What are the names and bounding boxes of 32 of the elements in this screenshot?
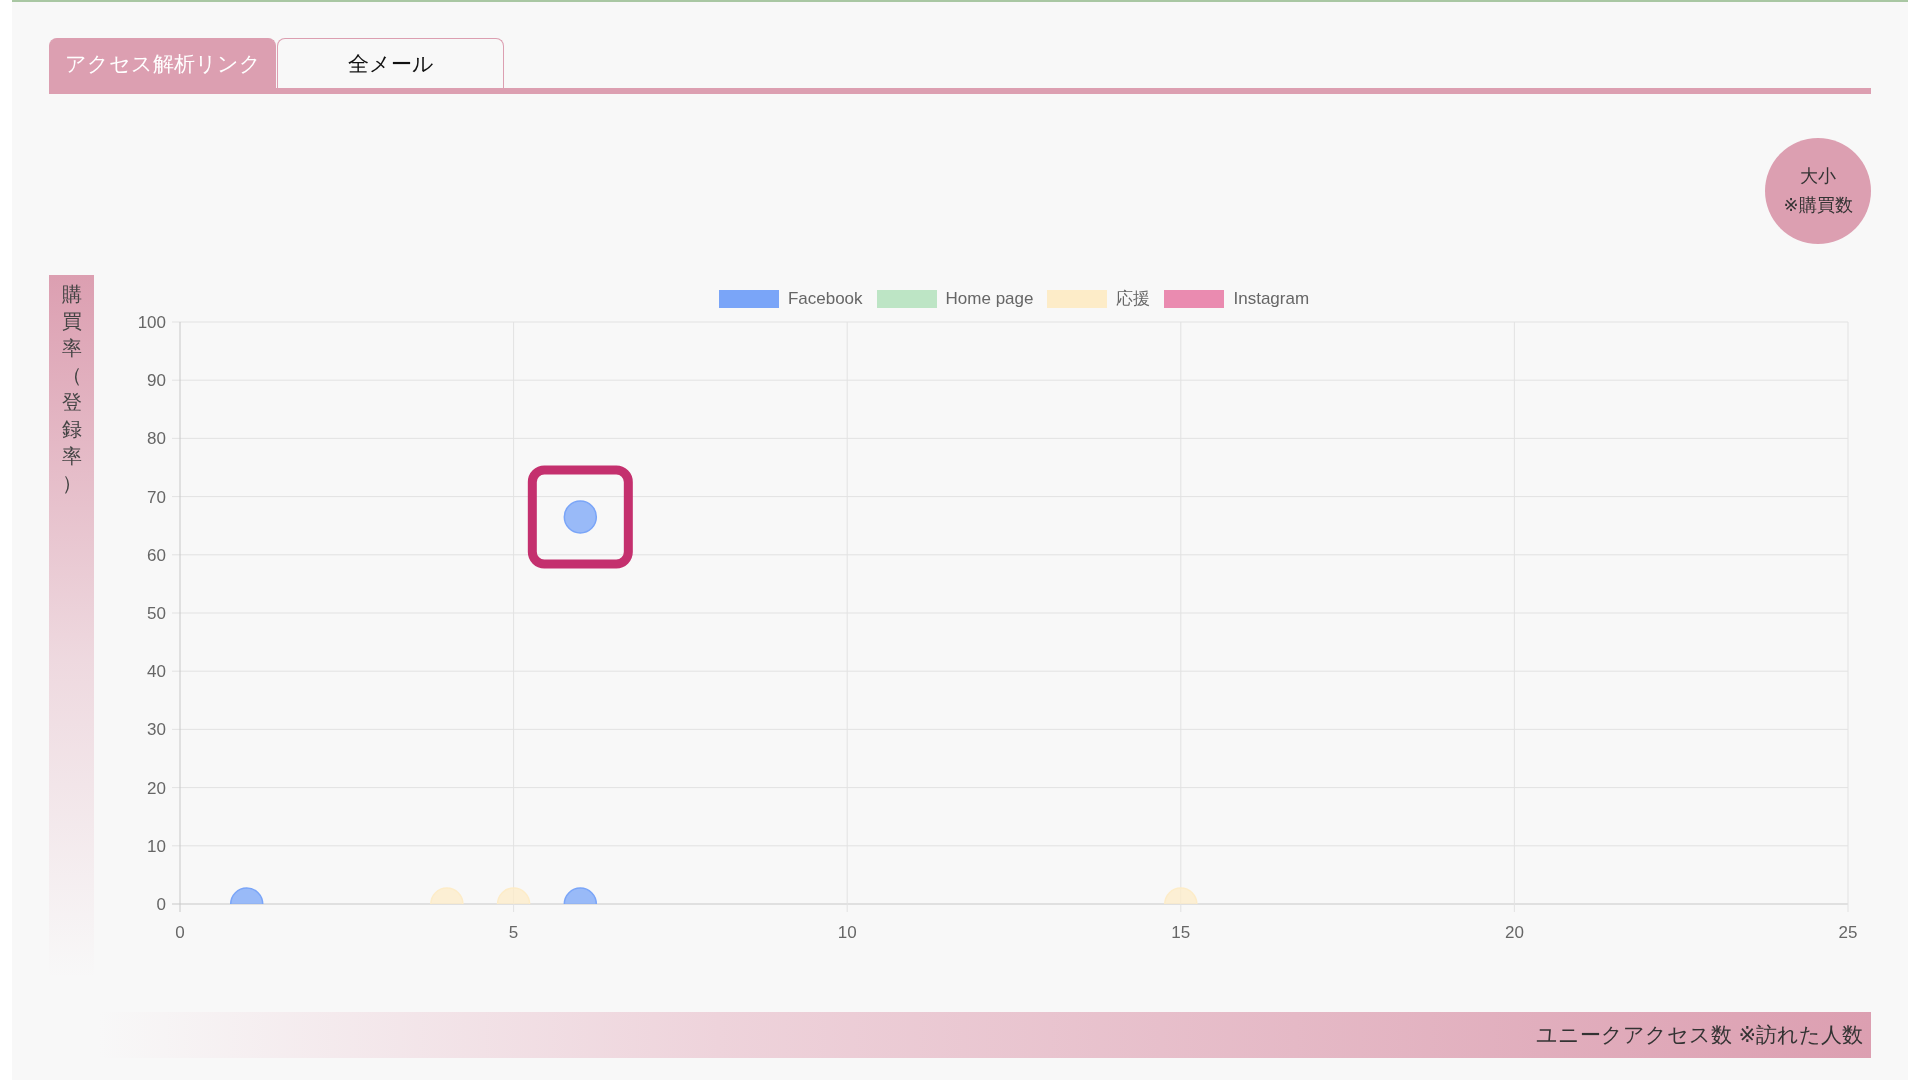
y-tick-label: 90: [147, 371, 166, 391]
y-tick-label: 40: [147, 662, 166, 682]
x-tick-label: 0: [175, 923, 185, 942]
data-point: [563, 500, 598, 534]
y-tick-label: 70: [147, 487, 166, 507]
badge-text: ※購買数: [1783, 193, 1853, 217]
y-tick-label: 60: [147, 545, 166, 565]
y-tick-label: 50: [147, 604, 166, 623]
x-tick-label: 10: [837, 923, 857, 942]
x-tick-label: 20: [1504, 923, 1524, 942]
y-tick-label: 30: [147, 720, 166, 740]
data-point: [430, 887, 464, 904]
badge-text: 大小: [1800, 164, 1836, 189]
x-axis-label: ユニークアクセス数 ※訪れた人数: [1535, 1022, 1863, 1049]
tab[interactable]: 全メール: [277, 38, 504, 88]
x-tick-label: 15: [1171, 923, 1191, 942]
y-tick-label: 100: [137, 313, 166, 332]
data-point: [229, 887, 264, 904]
data-point: [563, 887, 598, 904]
legend-label[interactable]: 応援: [1116, 287, 1151, 310]
y-tick-label: 0: [156, 895, 166, 914]
y-axis-label: 購買率（登録率）: [61, 281, 82, 497]
legend-label[interactable]: Facebook: [787, 288, 863, 309]
legend-label[interactable]: Instagram: [1233, 288, 1310, 309]
y-tick-label: 20: [147, 778, 166, 798]
x-tick-label: 25: [1838, 923, 1858, 942]
data-point: [496, 887, 531, 904]
x-tick-label: 5: [508, 923, 519, 942]
legend-label[interactable]: Home page: [945, 288, 1034, 309]
y-tick-label: 10: [147, 836, 166, 856]
data-point: [1164, 887, 1198, 904]
y-tick-label: 80: [147, 429, 166, 449]
